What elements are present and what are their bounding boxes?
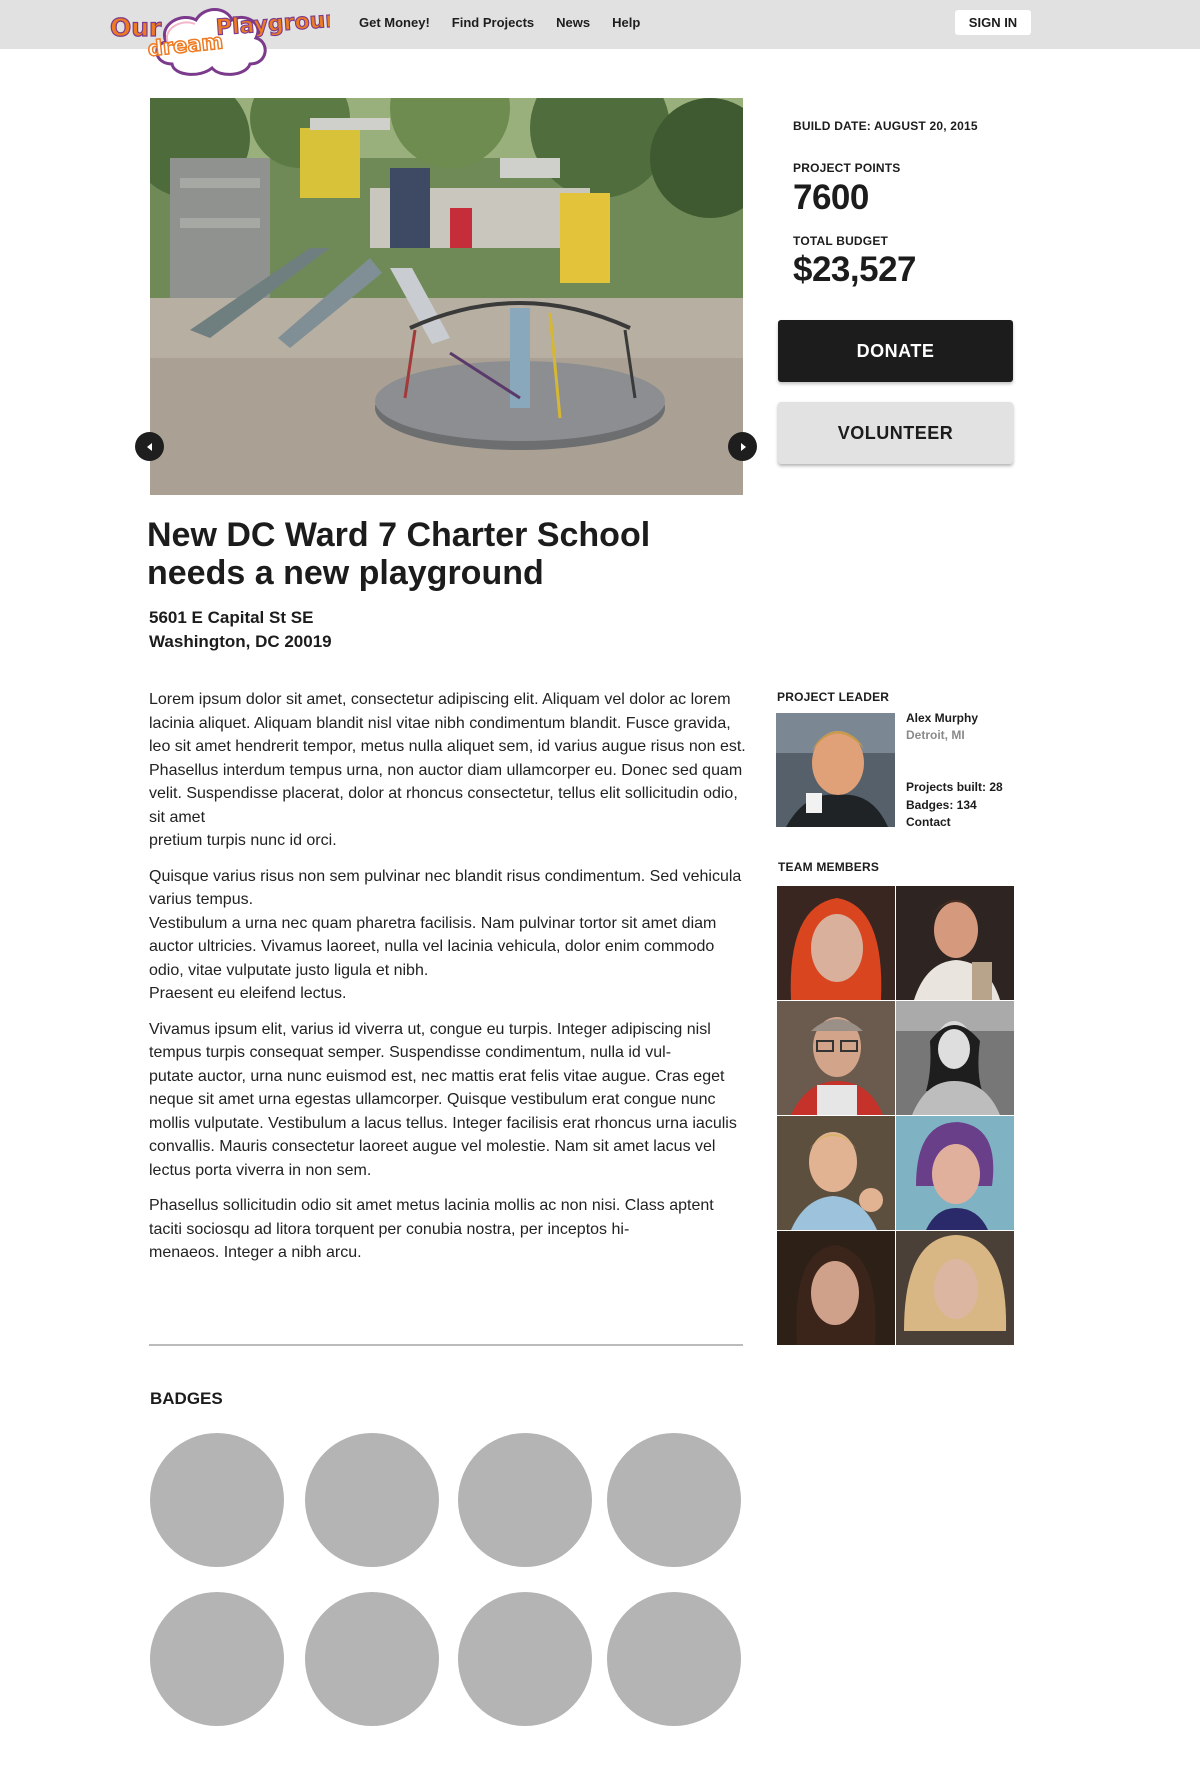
badge-placeholder[interactable] [458, 1433, 592, 1567]
svg-text:Playground: Playground [215, 6, 330, 41]
address-line-1: 5601 E Capital St SE [149, 608, 314, 627]
project-title: New DC Ward 7 Charter School needs a new… [147, 516, 651, 592]
build-date: BUILD DATE: AUGUST 20, 2015 [793, 119, 978, 133]
team-member-avatar[interactable] [896, 886, 1014, 1000]
leader-projects-built: Projects built: 28 [906, 780, 1003, 794]
site-logo[interactable]: Our dream Playground [108, 2, 330, 76]
chevron-right-icon [740, 442, 746, 451]
nav-find-projects[interactable]: Find Projects [452, 15, 534, 30]
team-member-avatar[interactable] [896, 1001, 1014, 1115]
team-members-label: TEAM MEMBERS [778, 860, 880, 874]
team-member-avatar[interactable] [777, 1231, 895, 1345]
badge-placeholder[interactable] [305, 1592, 439, 1726]
team-member-avatar[interactable] [777, 1116, 895, 1230]
badge-placeholder[interactable] [150, 1592, 284, 1726]
nav-news[interactable]: News [556, 15, 590, 30]
leader-name[interactable]: Alex Murphy [906, 711, 978, 725]
badge-placeholder[interactable] [607, 1433, 741, 1567]
description-paragraph: Vivamus ipsum elit, varius id viverra ut… [149, 1020, 737, 1179]
badge-placeholder[interactable] [305, 1433, 439, 1567]
badge-placeholder[interactable] [150, 1433, 284, 1567]
leader-contact-link[interactable]: Contact [906, 814, 1003, 832]
nav-get-money[interactable]: Get Money! [359, 15, 430, 30]
sign-in-button[interactable]: SIGN IN [955, 10, 1031, 35]
leader-photo [776, 713, 895, 827]
project-photo-carousel [150, 98, 743, 495]
leader-badges: Badges: 134 [906, 797, 977, 812]
carousel-prev-button[interactable] [135, 432, 164, 461]
team-member-avatar[interactable] [777, 1001, 895, 1115]
team-member-avatar[interactable] [777, 886, 895, 1000]
section-divider [149, 1344, 743, 1346]
team-members-grid [777, 886, 1014, 1345]
description-paragraph: Quisque varius risus non sem pulvinar ne… [149, 867, 742, 1003]
nav-help[interactable]: Help [612, 15, 640, 30]
description-paragraph: Lorem ipsum dolor sit amet, consectetur … [149, 691, 746, 849]
team-member-avatar[interactable] [896, 1231, 1014, 1345]
badge-placeholder[interactable] [607, 1592, 741, 1726]
badge-placeholder[interactable] [458, 1592, 592, 1726]
playground-photo [150, 98, 743, 495]
project-address: 5601 E Capital St SE Washington, DC 2001… [149, 606, 332, 654]
description-paragraph: Phasellus sollicitudin odio sit amet met… [149, 1197, 714, 1261]
leader-location: Detroit, MI [906, 728, 965, 742]
chevron-left-icon [146, 442, 152, 451]
project-points-label: PROJECT POINTS [793, 161, 901, 175]
total-budget-value: $23,527 [793, 250, 917, 289]
main-nav: Get Money! Find Projects News Help [359, 15, 640, 30]
leader-avatar[interactable] [776, 713, 895, 827]
badges-heading: BADGES [150, 1389, 223, 1408]
volunteer-button[interactable]: VOLUNTEER [778, 402, 1013, 464]
donate-button[interactable]: DONATE [778, 320, 1013, 382]
project-description: Lorem ipsum dolor sit amet, consectetur … [149, 688, 749, 1277]
carousel-next-button[interactable] [728, 432, 757, 461]
address-line-2: Washington, DC 20019 [149, 632, 332, 651]
project-points-value: 7600 [793, 178, 869, 217]
leader-stats: Projects built: 28 Badges: 134 Contact [906, 779, 1003, 832]
project-leader-label: PROJECT LEADER [777, 690, 890, 704]
total-budget-label: TOTAL BUDGET [793, 234, 889, 248]
team-member-avatar[interactable] [896, 1116, 1014, 1230]
